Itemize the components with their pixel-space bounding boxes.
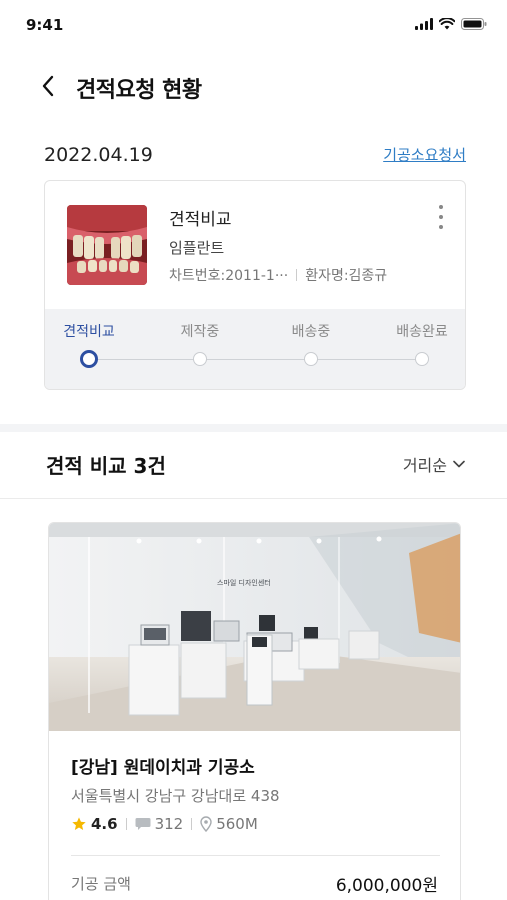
step-shipping: 배송중: [266, 321, 356, 366]
step-production: 제작중: [155, 321, 245, 366]
more-options-button[interactable]: [435, 203, 447, 231]
lab-name: [강남] 원데이치과 기공소: [71, 758, 255, 778]
order-progress: 견적비교 제작중 배송중 배송완료: [45, 309, 465, 389]
sort-dropdown[interactable]: 거리순: [403, 452, 465, 476]
status-time: 9:41: [26, 16, 64, 34]
chevron-down-icon: [453, 460, 465, 468]
photo-sign-text: 스마일 디자인센터: [217, 578, 271, 587]
price-value: 6,000,000원: [335, 876, 438, 896]
wifi-icon: [439, 18, 455, 30]
chevron-left-icon: [42, 75, 54, 97]
order-meta: 차트번호:2011-1··· 환자명:김종규: [169, 265, 387, 285]
order-status-title: 견적비교: [169, 210, 232, 230]
signal-icon: [415, 18, 433, 30]
request-date: 2022.04.19: [44, 144, 153, 166]
step-dot: [304, 352, 318, 366]
step-label: 견적비교: [63, 324, 115, 340]
compare-count-title: 견적 비교 3건: [46, 454, 166, 478]
rating-value: 4.6: [91, 815, 118, 833]
more-vertical-icon: [439, 205, 443, 209]
progress-track: [89, 359, 423, 360]
order-summary: 견적비교 임플란트 차트번호:2011-1··· 환자명:김종규: [45, 181, 465, 309]
status-bar: 9:41: [0, 0, 507, 50]
sort-label: 거리순: [402, 456, 447, 475]
step-label: 배송중: [291, 324, 331, 340]
step-dot: [415, 352, 429, 366]
comment-icon: [135, 818, 151, 830]
order-card: 견적비교 임플란트 차트번호:2011-1··· 환자명:김종규 견적비교 제작…: [44, 180, 466, 390]
teeth-photo: [67, 205, 147, 285]
lab-stats: 4.6 312 560M: [71, 815, 258, 833]
lab-request-form-link[interactable]: 기공소요청서: [383, 144, 466, 165]
status-icons: [415, 18, 487, 30]
step-compare: 견적비교: [45, 321, 134, 368]
date-row: 2022.04.19 기공소요청서: [44, 140, 466, 174]
section-divider: [0, 424, 507, 432]
step-dot: [193, 352, 207, 366]
list-divider: [0, 498, 507, 499]
price-divider: [71, 855, 440, 856]
step-delivered: 배송완료: [377, 321, 465, 366]
chart-number: 차트번호:2011-1···: [169, 268, 289, 284]
lab-card[interactable]: 스마일 디자인센터 [강남] 원데이치과 기공소 서울특별시 강남구 강남대로 …: [48, 522, 461, 900]
compare-header: 견적 비교 3건 거리순: [0, 444, 507, 496]
order-info: 견적비교 임플란트 차트번호:2011-1··· 환자명:김종규: [169, 205, 387, 285]
step-dot-active: [80, 350, 98, 368]
step-label: 제작중: [180, 324, 220, 340]
meta-divider: [296, 269, 298, 281]
review-count: 312: [154, 815, 184, 833]
stat-divider: [191, 818, 193, 830]
lab-address: 서울특별시 강남구 강남대로 438: [71, 787, 280, 805]
patient-name: 환자명:김종규: [305, 268, 388, 284]
star-icon: [72, 817, 86, 830]
stat-divider: [125, 818, 127, 830]
battery-icon: [461, 18, 487, 30]
page-title: 견적요청 현황: [76, 78, 202, 103]
location-pin-icon: [200, 816, 212, 832]
back-button[interactable]: [34, 72, 62, 100]
app-header: 견적요청 현황: [0, 58, 507, 114]
distance-value: 560M: [216, 815, 258, 833]
lab-photo: 스마일 디자인센터: [49, 523, 460, 731]
price-label: 기공 금액: [71, 875, 131, 893]
order-type: 임플란트: [169, 239, 225, 257]
step-label: 배송완료: [396, 324, 448, 340]
